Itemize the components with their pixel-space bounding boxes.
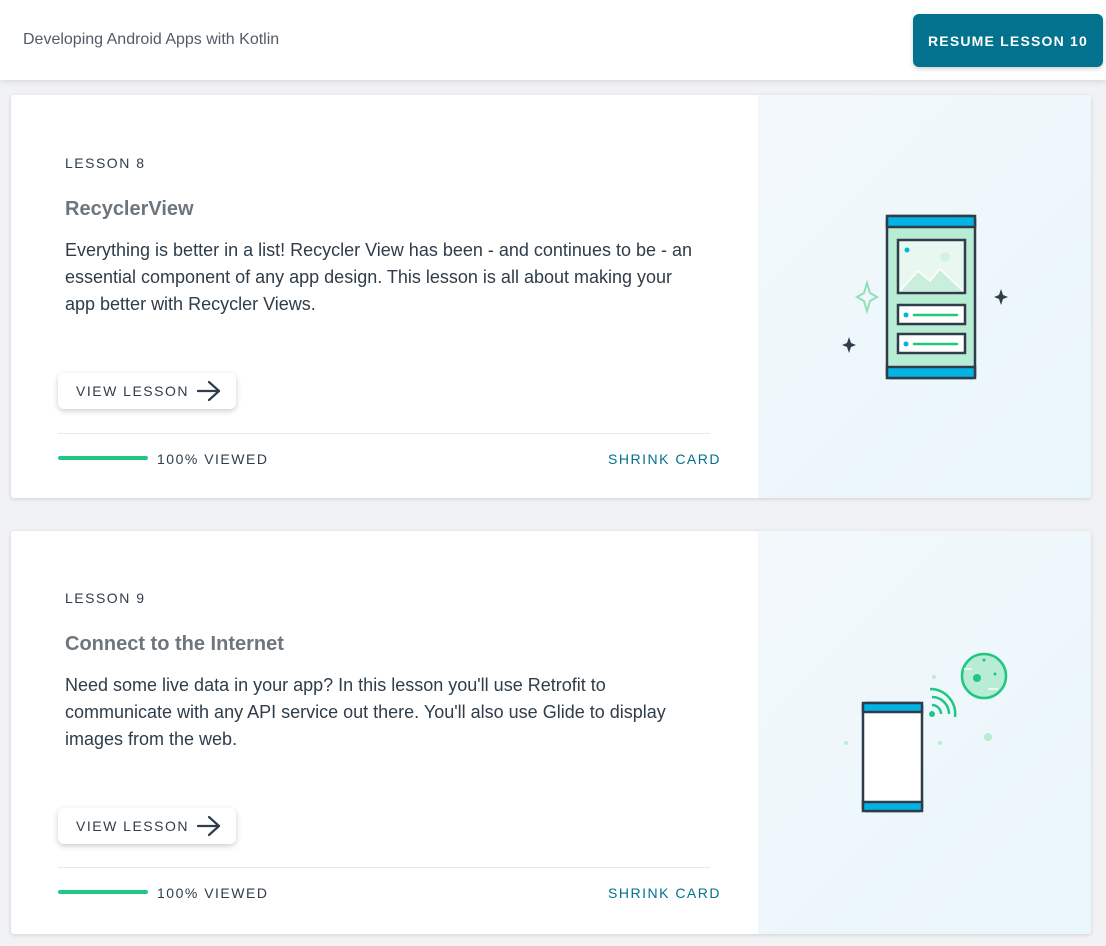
card-divider [58,433,710,434]
lesson-illustration-panel [758,95,1091,498]
lesson-title: RecyclerView [65,198,194,220]
resume-lesson-button[interactable]: RESUME LESSON 10 [913,14,1103,67]
viewed-status: 100% VIEWED [157,451,269,467]
progress-fill [58,456,148,460]
lesson-title: Connect to the Internet [65,633,284,655]
lesson-card-content: LESSON 8 RecyclerView Everything is bett… [11,95,758,498]
phone-list-illustration [842,214,1008,380]
lesson-card: LESSON 9 Connect to the Internet Need so… [11,531,1091,934]
lesson-illustration-panel [758,531,1091,934]
lesson-card-content: LESSON 9 Connect to the Internet Need so… [11,531,758,934]
lesson-card: LESSON 8 RecyclerView Everything is bett… [11,95,1091,498]
lesson-description: Everything is better in a list! Recycler… [65,240,693,314]
lesson-number: LESSON 8 [65,155,146,171]
progress-fill [58,890,148,894]
view-lesson-button[interactable]: VIEW LESSON [58,373,236,409]
progress-bar [58,890,148,894]
card-divider [58,867,710,868]
shrink-card-link[interactable]: SHRINK CARD [608,885,721,901]
top-bar: Developing Android Apps with Kotlin RESU… [0,0,1106,80]
view-lesson-label: VIEW LESSON [76,383,189,399]
phone-internet-illustration [844,652,1008,813]
arrow-right-icon [196,380,221,402]
lesson-number: LESSON 9 [65,590,146,606]
viewed-status: 100% VIEWED [157,885,269,901]
arrow-right-icon [196,815,221,837]
view-lesson-label: VIEW LESSON [76,818,189,834]
lesson-description: Need some live data in your app? In this… [65,675,666,749]
view-lesson-button[interactable]: VIEW LESSON [58,808,236,844]
shrink-card-link[interactable]: SHRINK CARD [608,451,721,467]
progress-bar [58,456,148,460]
course-title[interactable]: Developing Android Apps with Kotlin [23,31,279,49]
